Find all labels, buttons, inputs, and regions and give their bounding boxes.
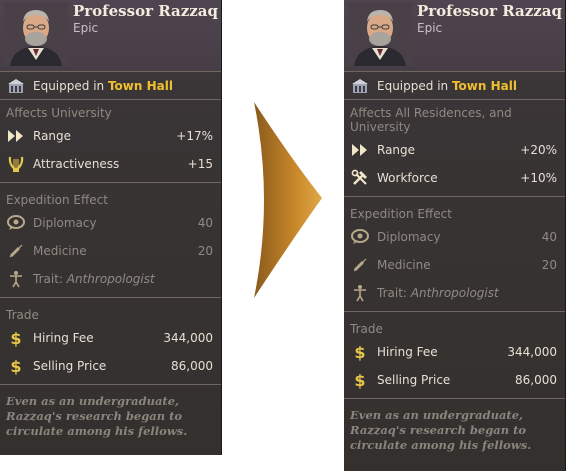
trade-label: Hiring Fee: [33, 331, 94, 345]
trait-prefix: Trait:: [377, 286, 407, 300]
stat-row: Workforce +10%: [344, 164, 565, 192]
trade-label: Selling Price: [33, 359, 107, 373]
expedition-label: Diplomacy: [377, 230, 441, 244]
trade-value: 86,000: [515, 373, 557, 387]
trade-row: $ Selling Price 86,000: [344, 366, 565, 394]
trait-prefix: Trait:: [33, 272, 63, 286]
stat-value: +10%: [520, 171, 557, 185]
portrait-avatar: [348, 2, 412, 66]
syringe-icon: [6, 241, 26, 261]
affects-label: Affects University: [6, 106, 112, 120]
trade-title: Trade: [6, 308, 39, 322]
divider: [0, 384, 221, 385]
portrait-avatar: [4, 2, 68, 66]
expedition-title: Expedition Effect: [6, 193, 108, 207]
stat-row: Range +20%: [344, 136, 565, 164]
fast-forward-icon: [6, 126, 26, 146]
expedition-title: Expedition Effect: [350, 207, 452, 221]
equipped-prefix: Equipped in: [33, 78, 105, 93]
trade-label: Hiring Fee: [377, 345, 438, 359]
expedition-label: Medicine: [33, 244, 87, 258]
trade-row: $ Hiring Fee 344,000: [344, 338, 565, 366]
card-header: Professor Razzaq Epic: [0, 0, 221, 72]
equipped-row: Equipped in Town Hall: [344, 72, 565, 100]
expedition-row: Diplomacy 40: [0, 209, 221, 237]
speech-bubble-icon: [6, 213, 26, 233]
equipped-building: Town Hall: [107, 78, 173, 93]
dollar-icon: $: [6, 328, 26, 348]
expedition-value: 40: [541, 230, 557, 244]
divider: [344, 196, 565, 197]
stat-label: Workforce: [377, 171, 438, 185]
trade-row: $ Hiring Fee 344,000: [0, 324, 221, 352]
speech-bubble-icon: [350, 227, 370, 247]
arrow-right-icon: [254, 102, 322, 298]
trait-row: Trait: Anthropologist: [0, 265, 221, 293]
rarity-label: Epic: [417, 21, 443, 35]
divider: [0, 182, 221, 183]
stat-row: Range +17%: [0, 122, 221, 150]
person-icon: [6, 269, 26, 289]
equipped-building: Town Hall: [451, 78, 517, 93]
trade-value: 344,000: [163, 331, 213, 345]
expedition-value: 20: [541, 258, 557, 272]
stat-value: +20%: [520, 143, 557, 157]
expedition-row: Medicine 20: [344, 251, 565, 279]
rarity-label: Epic: [73, 21, 99, 35]
svg-text:$: $: [354, 371, 365, 389]
dollar-icon: $: [6, 356, 26, 376]
svg-text:$: $: [354, 343, 365, 361]
syringe-icon: [350, 255, 370, 275]
divider: [0, 297, 221, 298]
trade-label: Selling Price: [377, 373, 451, 387]
svg-text:$: $: [10, 329, 21, 347]
specialist-name: Professor Razzaq: [73, 2, 218, 20]
trait-row: Trait: Anthropologist: [344, 279, 565, 307]
equipped-prefix: Equipped in: [377, 78, 449, 93]
stat-value: +15: [187, 157, 213, 171]
dollar-icon: $: [350, 342, 370, 362]
expedition-value: 20: [197, 244, 213, 258]
expedition-row: Diplomacy 40: [344, 223, 565, 251]
flavor-text: Even as an undergraduate, Razzaq's resea…: [350, 408, 532, 452]
hammer-wrench-icon: [350, 168, 370, 188]
lyre-icon: [6, 154, 26, 174]
expedition-label: Diplomacy: [33, 216, 97, 230]
expedition-value: 40: [197, 216, 213, 230]
trade-title: Trade: [350, 322, 383, 336]
fast-forward-icon: [350, 140, 370, 160]
trade-value: 86,000: [171, 359, 213, 373]
divider: [344, 398, 565, 399]
stat-label: Range: [33, 129, 72, 143]
card-header: Professor Razzaq Epic: [344, 0, 565, 72]
expedition-label: Medicine: [377, 258, 431, 272]
trade-row: $ Selling Price 86,000: [0, 352, 221, 380]
town-hall-icon: [350, 76, 370, 96]
stat-row: Attractiveness +15: [0, 150, 221, 178]
trait-name: Anthropologist: [410, 286, 499, 300]
divider: [344, 311, 565, 312]
stat-label: Attractiveness: [33, 157, 120, 171]
trait-name: Anthropologist: [66, 272, 155, 286]
specialist-card-after: Professor Razzaq Epic Equipped in Town H…: [344, 0, 566, 471]
town-hall-icon: [6, 76, 26, 96]
flavor-text: Even as an undergraduate, Razzaq's resea…: [6, 394, 188, 438]
svg-text:$: $: [10, 357, 21, 375]
specialist-name: Professor Razzaq: [417, 2, 562, 20]
affects-label: Affects All Residences, and University: [350, 106, 512, 134]
specialist-card-before: Professor Razzaq Epic Equipped in Town H…: [0, 0, 222, 455]
equipped-row: Equipped in Town Hall: [0, 72, 221, 100]
expedition-row: Medicine 20: [0, 237, 221, 265]
trade-value: 344,000: [507, 345, 557, 359]
person-icon: [350, 283, 370, 303]
dollar-icon: $: [350, 370, 370, 390]
stat-label: Range: [377, 143, 416, 157]
stat-value: +17%: [176, 129, 213, 143]
